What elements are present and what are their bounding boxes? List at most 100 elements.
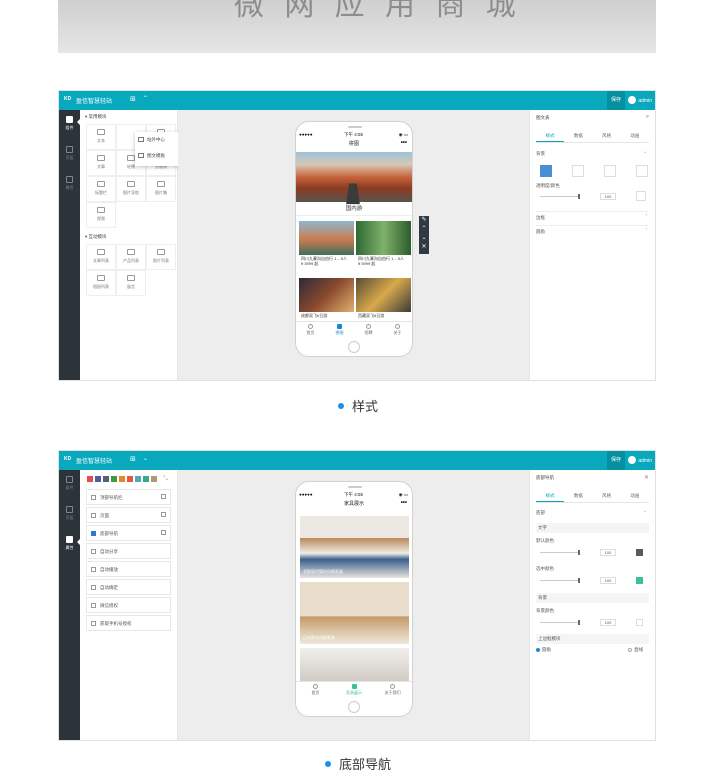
grid-icon[interactable]: ⊞ <box>130 95 136 103</box>
rail-item-pages[interactable]: 页面 <box>59 146 80 161</box>
expand-icon[interactable]: ⤡ <box>163 476 168 483</box>
color-swatch[interactable] <box>636 191 646 201</box>
fill-color-icon[interactable] <box>540 165 552 177</box>
tab-about-us[interactable]: 关于我们 <box>373 682 412 695</box>
tab-about[interactable]: 关于 <box>383 322 412 335</box>
widget-text[interactable]: 文本 <box>86 124 116 150</box>
tab-theme[interactable]: 风格 <box>593 129 621 142</box>
slider-handle[interactable] <box>578 194 580 199</box>
more-icon[interactable]: ••• <box>401 140 407 146</box>
opacity-slider[interactable] <box>540 194 580 199</box>
checkbox-checked[interactable] <box>91 531 96 536</box>
palette-swatch[interactable] <box>95 476 101 482</box>
product-card[interactable]: 四川九寨沟自由行 1... 5人 ¥ 3999 起 <box>299 221 354 267</box>
border-section[interactable]: 边框 › <box>536 211 649 221</box>
widget-article[interactable]: 文章 <box>86 150 116 176</box>
tab-animation[interactable]: 动画 <box>621 129 649 142</box>
rail-item-properties[interactable]: 属性 <box>59 536 80 551</box>
section-interact[interactable]: 互动模块 <box>85 234 107 240</box>
page-option[interactable]: 微信授权 <box>86 597 171 613</box>
rail-item-properties[interactable]: 属性 <box>59 176 80 191</box>
widget-titlebar[interactable]: 标题栏 <box>86 176 116 202</box>
fill-image-icon[interactable] <box>604 165 616 177</box>
palette-swatch[interactable] <box>143 476 149 482</box>
palette-swatch[interactable] <box>103 476 109 482</box>
checkbox[interactable] <box>91 621 96 626</box>
user-menu[interactable]: admin <box>628 456 652 464</box>
tab-home[interactable]: 首页 <box>296 322 325 335</box>
widget-photo-list[interactable]: 照片列表 <box>146 244 176 270</box>
checkbox[interactable] <box>91 585 96 590</box>
widget-product-list[interactable]: 产品列表 <box>116 244 146 270</box>
selected-color-slider[interactable] <box>540 578 580 583</box>
checkbox[interactable] <box>91 513 96 518</box>
background-color-input[interactable]: 100 <box>600 619 616 626</box>
radio-line[interactable]: 直线 <box>628 647 643 653</box>
product-card[interactable]: 四川九寨沟自由行 1... 5人 ¥ 5999 起 <box>356 221 411 267</box>
move-up-icon[interactable]: ⌃ <box>419 225 429 234</box>
more-icon[interactable]: ••• <box>401 500 407 506</box>
palette-swatch[interactable] <box>111 476 117 482</box>
tab-data[interactable]: 数据 <box>564 489 592 502</box>
tab-style[interactable]: 样式 <box>536 489 565 502</box>
background-color-swatch[interactable] <box>636 619 643 626</box>
furniture-card[interactable]: 北欧现代简约风格家具 <box>300 516 409 578</box>
checkbox[interactable] <box>91 549 96 554</box>
page-option[interactable]: 自动确定 <box>86 579 171 595</box>
default-color-slider[interactable] <box>540 550 580 555</box>
radio-round[interactable]: 圆角 <box>536 647 551 652</box>
page-option[interactable]: 页面 <box>86 507 171 523</box>
default-color-input[interactable]: 100 <box>600 549 616 556</box>
palette-swatch[interactable] <box>135 476 141 482</box>
product-card[interactable]: 成都双飞6日游 <box>299 278 354 319</box>
checkbox[interactable] <box>91 603 96 608</box>
palette-swatch[interactable] <box>87 476 93 482</box>
rail-item-pages[interactable]: 页面 <box>59 506 80 521</box>
rail-item-components[interactable]: 组件 <box>59 476 80 491</box>
widget-gallery[interactable]: 图片集 <box>146 176 176 202</box>
fill-none-icon[interactable] <box>636 165 648 177</box>
checkbox[interactable] <box>91 567 96 572</box>
checkbox[interactable] <box>91 495 96 500</box>
tab-furniture[interactable]: 家具展示 <box>335 682 374 695</box>
background-color-slider[interactable] <box>540 620 580 625</box>
section-common[interactable]: 常用模块 <box>85 114 107 120</box>
tab-theme[interactable]: 风格 <box>593 489 621 502</box>
chevron-down-icon[interactable]: ⌄ <box>143 455 148 462</box>
page-option[interactable]: 自动分享 <box>86 543 171 559</box>
delete-icon[interactable]: ✕ <box>419 243 429 252</box>
tab-style[interactable]: 样式 <box>536 129 565 142</box>
furniture-card[interactable]: 日式原木风格家具 <box>300 582 409 644</box>
move-down-icon[interactable]: ⌄ <box>419 234 429 243</box>
edit-icon[interactable] <box>161 512 166 517</box>
opacity-input[interactable]: 100 <box>600 193 616 200</box>
flyout-item[interactable]: 站外中心 <box>135 132 182 148</box>
flyout-item[interactable]: 图文模板 <box>135 148 182 164</box>
widget-video[interactable]: 视频 <box>86 202 116 228</box>
close-icon[interactable]: ✕ <box>644 474 649 481</box>
page-option[interactable]: 底部导航 <box>86 525 171 541</box>
tab-home[interactable]: 首页 <box>296 682 335 695</box>
tab-puzzle[interactable]: 拼图 <box>325 322 354 335</box>
tab-data[interactable]: 数据 <box>564 129 592 142</box>
close-icon[interactable]: » <box>646 114 649 120</box>
background-section[interactable]: 背景 ⌃ <box>536 151 649 157</box>
selected-color-input[interactable]: 100 <box>600 577 616 584</box>
slider-handle[interactable] <box>578 578 580 583</box>
slider-handle[interactable] <box>578 620 580 625</box>
page-option[interactable]: 顶部导航栏 <box>86 489 171 505</box>
page-option[interactable]: 获取手机号授权 <box>86 615 171 631</box>
edit-icon[interactable] <box>161 530 166 535</box>
hero-image[interactable] <box>296 152 412 202</box>
rail-item-components[interactable]: 组件 <box>59 116 80 131</box>
palette-swatch[interactable] <box>127 476 133 482</box>
selected-color-swatch[interactable] <box>636 577 643 584</box>
widget-album-list[interactable]: 相册列表 <box>86 270 116 296</box>
widget-image-nav[interactable]: 图片导航 <box>116 176 146 202</box>
user-menu[interactable]: admin <box>628 96 652 104</box>
default-color-swatch[interactable] <box>636 549 643 556</box>
palette-swatch[interactable] <box>151 476 157 482</box>
slider-handle[interactable] <box>578 550 580 555</box>
radius-section[interactable]: 圆角 › <box>536 225 649 235</box>
site-name[interactable]: 盈信智慧轻站 <box>76 456 112 465</box>
